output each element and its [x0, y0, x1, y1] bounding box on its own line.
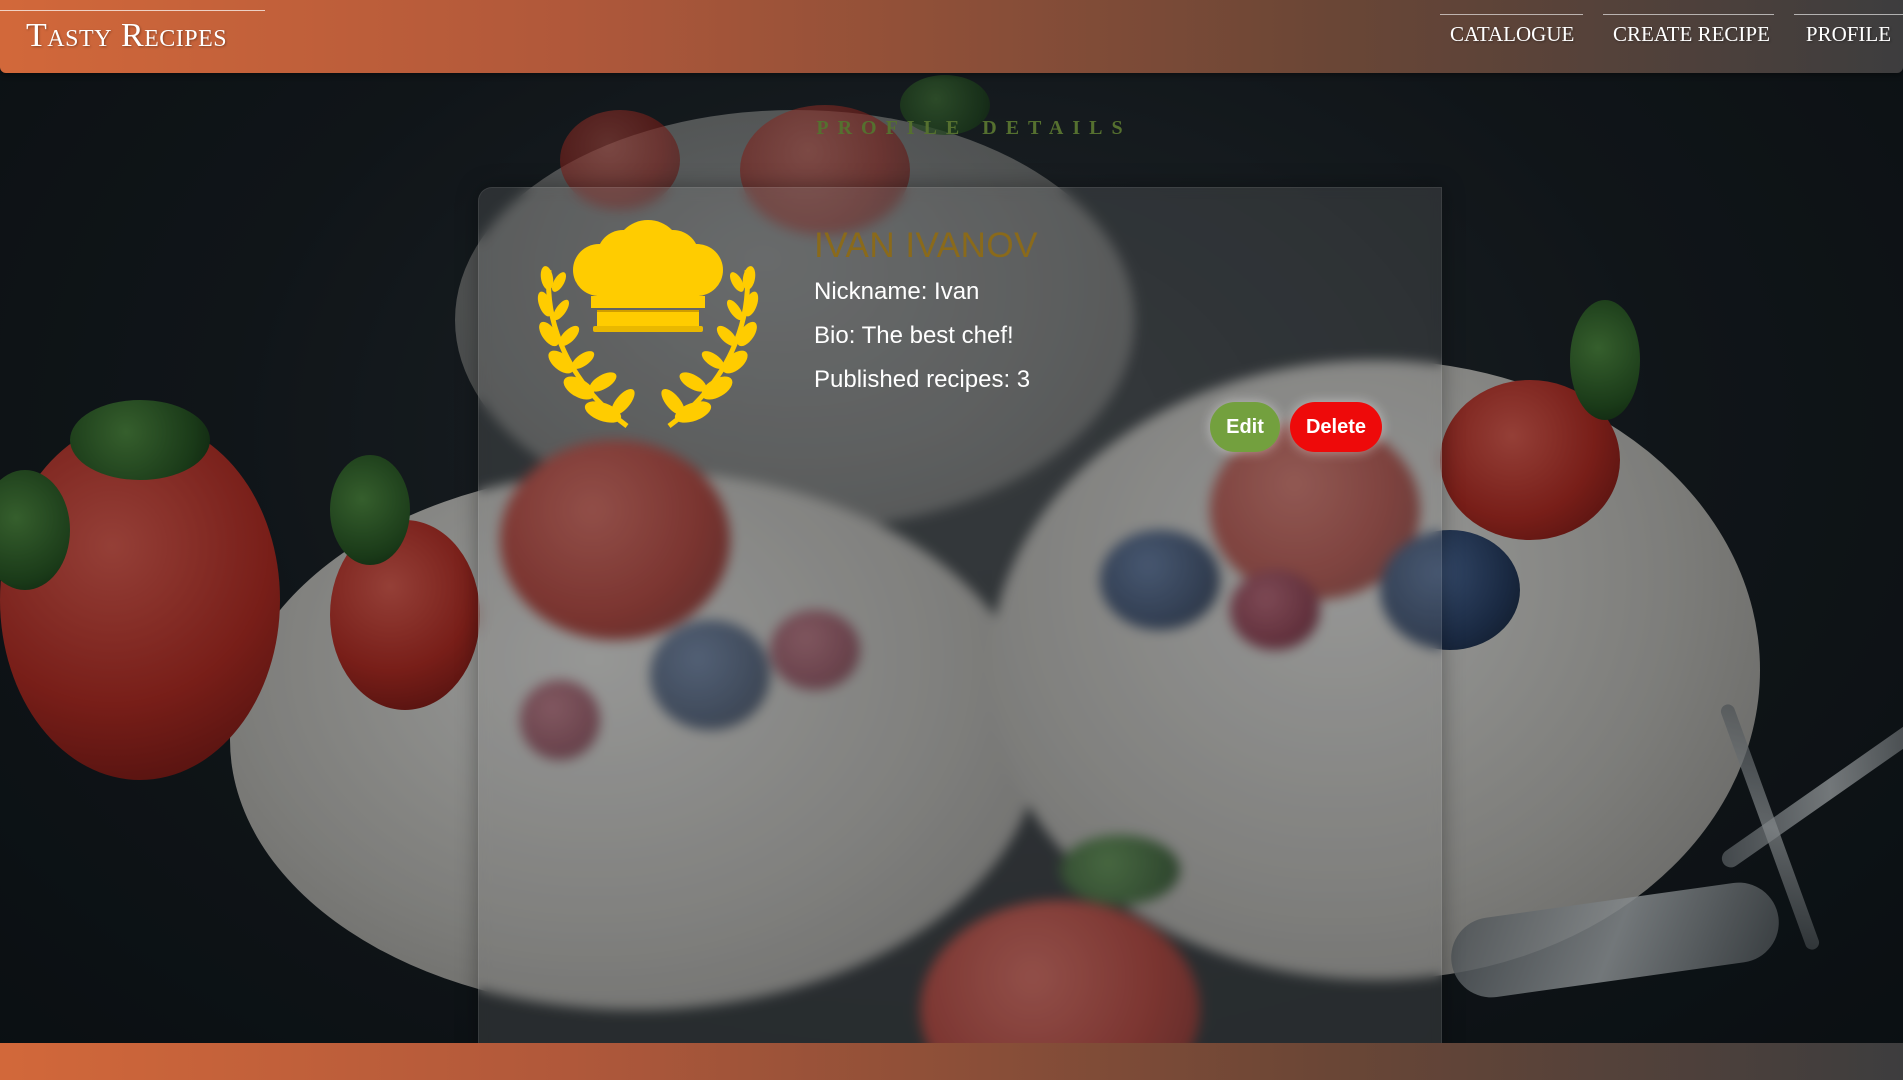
- nav-profile[interactable]: PROFILE: [1794, 14, 1903, 58]
- main-nav: CATALOGUE CREATE RECIPE PROFILE: [1420, 14, 1903, 58]
- brand-logo-link[interactable]: Tasty Recipes: [0, 10, 265, 60]
- delete-button[interactable]: Delete: [1290, 402, 1382, 452]
- chef-hat-laurel-icon: [531, 212, 765, 434]
- nav-catalogue[interactable]: CATALOGUE: [1440, 14, 1583, 58]
- profile-nickname: Nickname: Ivan: [814, 278, 980, 305]
- profile-card: IVAN IVANOV Nickname: Ivan Bio: The best…: [478, 187, 1442, 1080]
- profile-bio: Bio: The best chef!: [814, 322, 1014, 349]
- page-title: PROFILE DETAILS: [816, 117, 1132, 139]
- footer: [0, 1043, 1903, 1080]
- profile-name: IVAN IVANOV: [814, 226, 1038, 265]
- profile-info: IVAN IVANOV Nickname: Ivan Bio: The best…: [814, 226, 1038, 410]
- edit-button[interactable]: Edit: [1210, 402, 1280, 452]
- nav-create-recipe[interactable]: CREATE RECIPE: [1603, 14, 1774, 58]
- profile-recipe-count: Published recipes: 3: [814, 366, 1031, 393]
- top-navbar: Tasty Recipes CATALOGUE CREATE RECIPE PR…: [0, 0, 1903, 73]
